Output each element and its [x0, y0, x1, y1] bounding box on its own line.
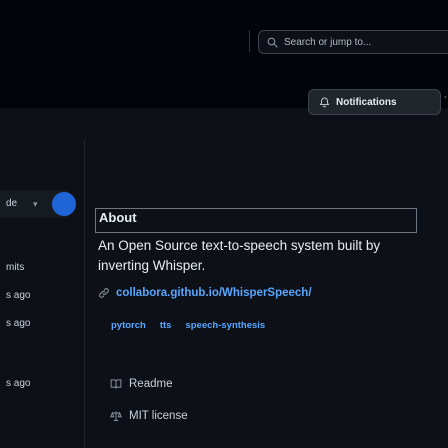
search-input[interactable]: Search or jump to...: [258, 30, 448, 54]
readme-link[interactable]: Readme: [110, 378, 172, 390]
topic-tag[interactable]: tts: [160, 318, 172, 333]
file-row-time: s ago: [6, 318, 31, 329]
book-icon: [110, 379, 122, 389]
notifications-button[interactable]: Notifications: [308, 89, 441, 115]
column-divider: [84, 140, 85, 448]
topic-tag[interactable]: pytorch: [111, 318, 146, 333]
header-edge-fragment: ’: [444, 95, 447, 106]
topic-list: pytorch tts speech-synthesis: [111, 318, 265, 333]
about-heading: About: [99, 210, 137, 225]
file-row-time: s ago: [6, 378, 31, 389]
repo-description: An Open Source text-to-speech system bui…: [98, 238, 381, 273]
branch-fragment-text: de: [6, 198, 18, 209]
topic-tag[interactable]: speech-synthesis: [185, 318, 265, 333]
website-link-text: collabora.github.io/WhisperSpeech/: [116, 287, 312, 299]
chevron-down-icon: ▾: [33, 199, 38, 209]
about-heading-highlight: [95, 208, 417, 233]
scale-icon: [110, 411, 122, 421]
search-placeholder: Search or jump to...: [284, 36, 372, 48]
avatar: [52, 192, 76, 216]
license-link[interactable]: MIT license: [110, 410, 188, 422]
commits-fragment: mits: [6, 262, 25, 273]
file-row-time: s ago: [6, 290, 31, 301]
license-label: MIT license: [129, 410, 188, 422]
notifications-label: Notifications: [336, 96, 397, 108]
bell-icon: [319, 97, 330, 107]
website-link[interactable]: collabora.github.io/WhisperSpeech/: [98, 287, 312, 299]
search-divider: [249, 30, 250, 52]
search-icon: [267, 37, 278, 48]
readme-label: Readme: [129, 378, 173, 390]
link-icon: [99, 288, 109, 298]
